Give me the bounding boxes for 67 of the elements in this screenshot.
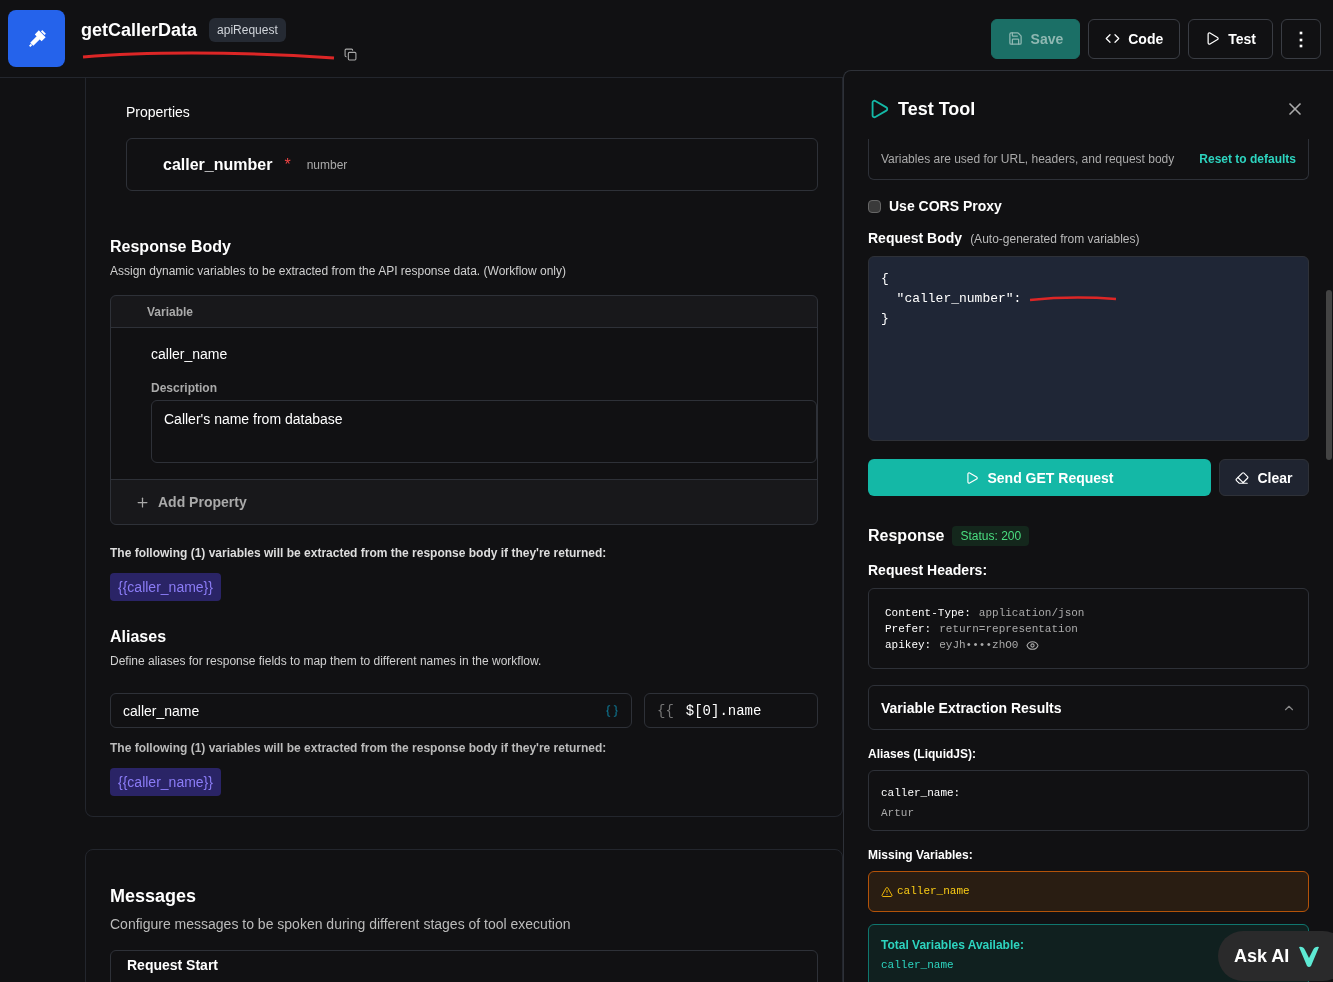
v-logo-icon bbox=[1297, 944, 1322, 968]
status-badge: Status: 200 bbox=[952, 526, 1030, 546]
request-body-field[interactable]: { "caller_number": } bbox=[868, 256, 1309, 441]
required-mark: * bbox=[284, 154, 291, 175]
variable-picker-icon[interactable] bbox=[605, 703, 619, 718]
ask-ai-button[interactable]: Ask AI bbox=[1218, 931, 1333, 981]
field-hint: (Auto-generated from variables) bbox=[970, 231, 1140, 247]
plus-icon bbox=[135, 494, 150, 510]
variable-name: caller_name bbox=[151, 345, 228, 364]
alias-key: caller_name: bbox=[881, 783, 1296, 803]
property-type: number bbox=[306, 156, 348, 173]
response-title: Response bbox=[868, 526, 945, 546]
code-button[interactable]: Code bbox=[1088, 18, 1181, 59]
header-value: return=representation bbox=[939, 622, 1078, 637]
test-button[interactable]: Test bbox=[1188, 18, 1273, 59]
variable-chip: {{caller_name}} bbox=[110, 768, 221, 796]
code-icon bbox=[1105, 31, 1121, 46]
reset-link[interactable]: Reset to defaults bbox=[1199, 151, 1296, 167]
header-key: apikey: bbox=[885, 637, 932, 653]
cors-checkbox[interactable] bbox=[868, 199, 881, 213]
brace-prefix: {{ bbox=[657, 701, 674, 721]
panel-title: Test Tool bbox=[898, 98, 976, 121]
alias-value: Artur bbox=[881, 806, 915, 821]
variable-chip: {{caller_name}} bbox=[110, 573, 221, 601]
extract-note: The following (1) variables will be extracted from the response body if they're returned: bbox=[110, 545, 607, 561]
header-key: Prefer: bbox=[885, 621, 932, 637]
add-property-button[interactable]: Add Property bbox=[111, 480, 247, 524]
path-value: $[0].name bbox=[685, 701, 762, 721]
header-value: application/json bbox=[978, 606, 1085, 621]
section-description: Configure messages to be spoken during different stages of tool execution bbox=[110, 915, 571, 934]
section-title: Messages bbox=[110, 885, 197, 908]
plug-logo-icon bbox=[8, 10, 65, 67]
section-description: Define aliases for response fields to map them to different names in the workflow. bbox=[110, 653, 542, 669]
properties-label: Properties bbox=[126, 103, 190, 122]
eraser-icon bbox=[1235, 470, 1250, 485]
header-key: Content-Type: bbox=[885, 605, 971, 621]
alias-path-field[interactable]: {{ $[0].name bbox=[644, 693, 818, 728]
play-icon bbox=[965, 470, 980, 485]
stage-title: Request Start bbox=[127, 956, 219, 975]
type-badge: apiRequest bbox=[209, 18, 286, 42]
field-label: Missing Variables: bbox=[868, 847, 974, 863]
clear-button[interactable]: Clear bbox=[1219, 459, 1309, 496]
tool-title: getCallerData bbox=[81, 19, 198, 42]
section-title: Response Body bbox=[110, 237, 231, 257]
copy-icon[interactable] bbox=[344, 48, 357, 61]
property-row[interactable]: caller_number * number bbox=[126, 138, 818, 191]
section-title: Aliases bbox=[110, 627, 167, 647]
variables-note: Variables are used for URL, headers, and request body bbox=[881, 151, 1175, 167]
description-field[interactable]: Caller's name from database bbox=[151, 400, 817, 463]
field-label: Description bbox=[151, 380, 217, 396]
extract-note: The following (1) variables will be extracted from the response body if they're returned: bbox=[110, 740, 607, 756]
more-button[interactable]: ⋮ bbox=[1281, 18, 1321, 59]
cors-label: Use CORS Proxy bbox=[889, 197, 1002, 216]
eye-icon[interactable] bbox=[1026, 638, 1040, 652]
section-description: Assign dynamic variables to be extracted from the API response data. (Workflow only) bbox=[110, 263, 566, 279]
available-variable: caller_name bbox=[881, 958, 955, 973]
total-label: Total Variables Available: bbox=[881, 937, 1025, 953]
warning-icon bbox=[881, 885, 893, 898]
missing-variable: caller_name bbox=[897, 884, 970, 900]
alias-name-field[interactable]: caller_name bbox=[110, 693, 632, 728]
header-value: eyJh••••zhO0 bbox=[939, 637, 1040, 653]
extraction-accordion[interactable]: Variable Extraction Results bbox=[868, 685, 1309, 730]
field-label: Request Headers: bbox=[868, 561, 989, 580]
field-label: Request Body bbox=[868, 229, 963, 248]
field-label: Aliases (LiquidJS): bbox=[868, 746, 978, 762]
property-name: caller_number bbox=[163, 154, 273, 175]
play-icon bbox=[1205, 31, 1221, 46]
